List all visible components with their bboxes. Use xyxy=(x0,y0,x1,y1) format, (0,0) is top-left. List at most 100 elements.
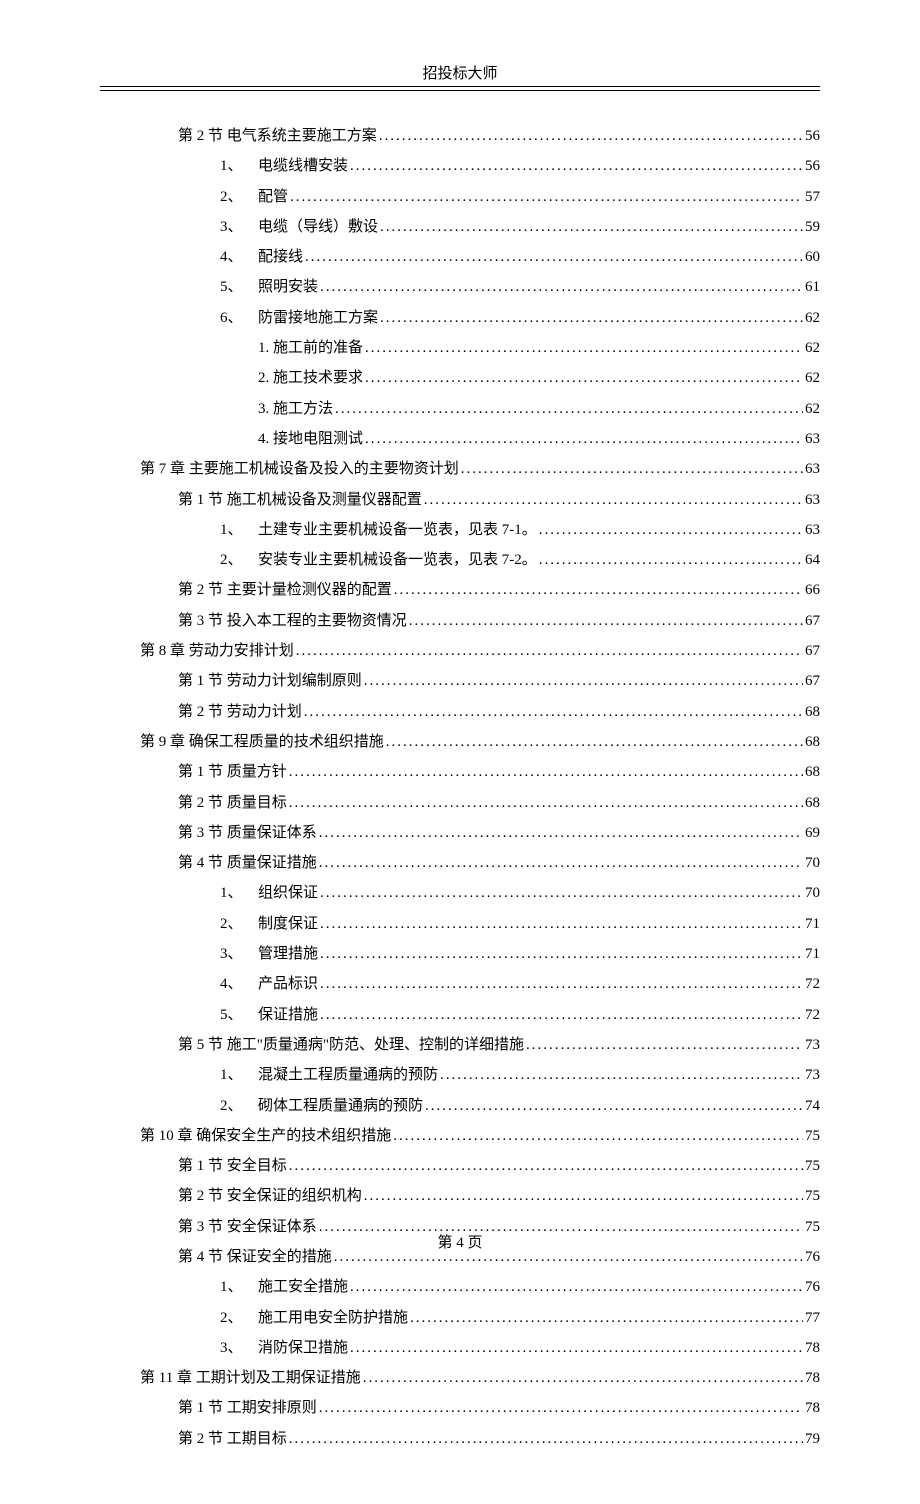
toc-leader-dots xyxy=(350,151,803,181)
toc-label: 第 2 节 电气系统主要施工方案 xyxy=(178,121,377,151)
toc-label: 3、消防保卫措施 xyxy=(220,1333,348,1363)
toc-label: 第 1 节 安全目标 xyxy=(178,1151,287,1181)
toc-label: 第 1 节 施工机械设备及测量仪器配置 xyxy=(178,485,422,515)
toc-item-number: 6、 xyxy=(220,303,258,333)
toc-leader-dots xyxy=(379,121,803,151)
toc-entry: 第 2 节 劳动力计划 68 xyxy=(100,697,820,727)
toc-label: 2、施工用电安全防护措施 xyxy=(220,1303,408,1333)
toc-item-text: 施工用电安全防护措施 xyxy=(258,1310,408,1326)
toc-page-number: 67 xyxy=(805,666,820,696)
toc-entry: 第 10 章 确保安全生产的技术组织措施 75 xyxy=(100,1121,820,1151)
toc-page-number: 75 xyxy=(805,1181,820,1211)
toc-item-text: 组织保证 xyxy=(258,885,318,901)
toc-leader-dots xyxy=(526,1030,803,1060)
toc-page-number: 62 xyxy=(805,303,820,333)
toc-page-number: 72 xyxy=(805,969,820,999)
toc-leader-dots xyxy=(380,303,803,333)
toc-entry: 3、消防保卫措施 78 xyxy=(100,1333,820,1363)
toc-item-number: 3、 xyxy=(220,939,258,969)
toc-label: 第 1 节 工期安排原则 xyxy=(178,1393,317,1423)
toc-item-text: 配接线 xyxy=(258,249,303,265)
toc-entry: 第 8 章 劳动力安排计划67 xyxy=(100,636,820,666)
toc-item-number: 5、 xyxy=(220,272,258,302)
toc-entry: 3、管理措施 71 xyxy=(100,939,820,969)
toc-item-text: 电缆线槽安装 xyxy=(258,158,348,174)
toc-item-number: 2、 xyxy=(220,545,258,575)
toc-label: 1、电缆线槽安装 xyxy=(220,151,348,181)
toc-label: 第 2 节 质量目标 xyxy=(178,788,287,818)
toc-label: 6、防雷接地施工方案 xyxy=(220,303,378,333)
toc-entry: 2、安装专业主要机械设备一览表，见表 7-2。64 xyxy=(100,545,820,575)
toc-label: 第 11 章 工期计划及工期保证措施 xyxy=(140,1363,361,1393)
toc-item-text: 消防保卫措施 xyxy=(258,1340,348,1356)
toc-label: 2、制度保证 xyxy=(220,909,318,939)
toc-page-number: 73 xyxy=(805,1030,820,1060)
toc-label: 3、管理措施 xyxy=(220,939,318,969)
toc-label: 第 9 章 确保工程质量的技术组织措施 xyxy=(140,727,384,757)
toc-leader-dots xyxy=(363,1363,803,1393)
toc-leader-dots xyxy=(410,1303,803,1333)
toc-label: 第 10 章 确保安全生产的技术组织措施 xyxy=(140,1121,391,1151)
toc-item-text: 保证措施 xyxy=(258,1007,318,1023)
toc-label: 第 2 节 工期目标 xyxy=(178,1424,287,1454)
toc-leader-dots xyxy=(320,1000,803,1030)
toc-entry: 第 9 章 确保工程质量的技术组织措施68 xyxy=(100,727,820,757)
toc-label: 1、施工安全措施 xyxy=(220,1272,348,1302)
toc-entry: 4、产品标识72 xyxy=(100,969,820,999)
toc-page-number: 63 xyxy=(805,424,820,454)
toc-item-text: 电缆（导线）敷设 xyxy=(258,219,378,235)
toc-label: 第 4 节 质量保证措施 xyxy=(178,848,317,878)
toc-label: 2、砌体工程质量通病的预防 xyxy=(220,1091,423,1121)
toc-item-number: 1、 xyxy=(220,878,258,908)
toc-label: 5、保证措施 xyxy=(220,1000,318,1030)
toc-item-text: 产品标识 xyxy=(258,976,318,992)
toc-page-number: 68 xyxy=(805,697,820,727)
toc-entry: 6、防雷接地施工方案 62 xyxy=(100,303,820,333)
toc-label: 4. 接地电阻测试 xyxy=(258,424,363,454)
toc-leader-dots xyxy=(320,969,803,999)
document-page: 招投标大师 第 2 节 电气系统主要施工方案561、电缆线槽安装562、配管57… xyxy=(0,0,920,1504)
toc-page-number: 75 xyxy=(805,1121,820,1151)
toc-item-number: 4、 xyxy=(220,242,258,272)
toc-label: 2. 施工技术要求 xyxy=(258,363,363,393)
toc-entry: 第 3 节 质量保证体系69 xyxy=(100,818,820,848)
toc-page-number: 78 xyxy=(805,1333,820,1363)
toc-label: 第 5 节 施工"质量通病"防范、处理、控制的详细措施 xyxy=(178,1030,524,1060)
toc-label: 第 2 节 劳动力计划 xyxy=(178,697,302,727)
toc-page-number: 68 xyxy=(805,788,820,818)
toc-item-text: 砌体工程质量通病的预防 xyxy=(258,1098,423,1114)
toc-leader-dots xyxy=(365,333,803,363)
toc-item-text: 配管 xyxy=(258,189,288,205)
toc-item-number: 1、 xyxy=(220,151,258,181)
toc-entry: 4、配接线60 xyxy=(100,242,820,272)
toc-item-number: 3、 xyxy=(220,1333,258,1363)
toc-leader-dots xyxy=(393,1121,803,1151)
toc-entry: 第 1 节 施工机械设备及测量仪器配置63 xyxy=(100,485,820,515)
toc-entry: 4. 接地电阻测试 63 xyxy=(100,424,820,454)
toc-leader-dots xyxy=(440,1060,803,1090)
toc-leader-dots xyxy=(380,212,803,242)
toc-label: 第 1 节 劳动力计划编制原则 xyxy=(178,666,362,696)
toc-leader-dots xyxy=(539,545,803,575)
toc-leader-dots xyxy=(425,1091,803,1121)
toc-label: 3. 施工方法 xyxy=(258,394,333,424)
toc-entry: 1. 施工前的准备62 xyxy=(100,333,820,363)
toc-label: 4、配接线 xyxy=(220,242,303,272)
toc-label: 1、组织保证 xyxy=(220,878,318,908)
toc-entry: 第 1 节 劳动力计划编制原则 67 xyxy=(100,666,820,696)
toc-page-number: 57 xyxy=(805,182,820,212)
toc-leader-dots xyxy=(319,848,803,878)
toc-leader-dots xyxy=(320,878,803,908)
toc-leader-dots xyxy=(364,1181,803,1211)
toc-page-number: 71 xyxy=(805,939,820,969)
toc-leader-dots xyxy=(424,485,803,515)
toc-label: 第 3 节 投入本工程的主要物资情况 xyxy=(178,606,407,636)
toc-page-number: 56 xyxy=(805,121,820,151)
toc-label: 5、照明安装 xyxy=(220,272,318,302)
header-title: 招投标大师 xyxy=(422,66,497,82)
toc-item-text: 混凝土工程质量通病的预防 xyxy=(258,1067,438,1083)
toc-page-number: 72 xyxy=(805,1000,820,1030)
toc-entry: 2、砌体工程质量通病的预防74 xyxy=(100,1091,820,1121)
toc-page-number: 67 xyxy=(805,636,820,666)
toc-leader-dots xyxy=(539,515,803,545)
